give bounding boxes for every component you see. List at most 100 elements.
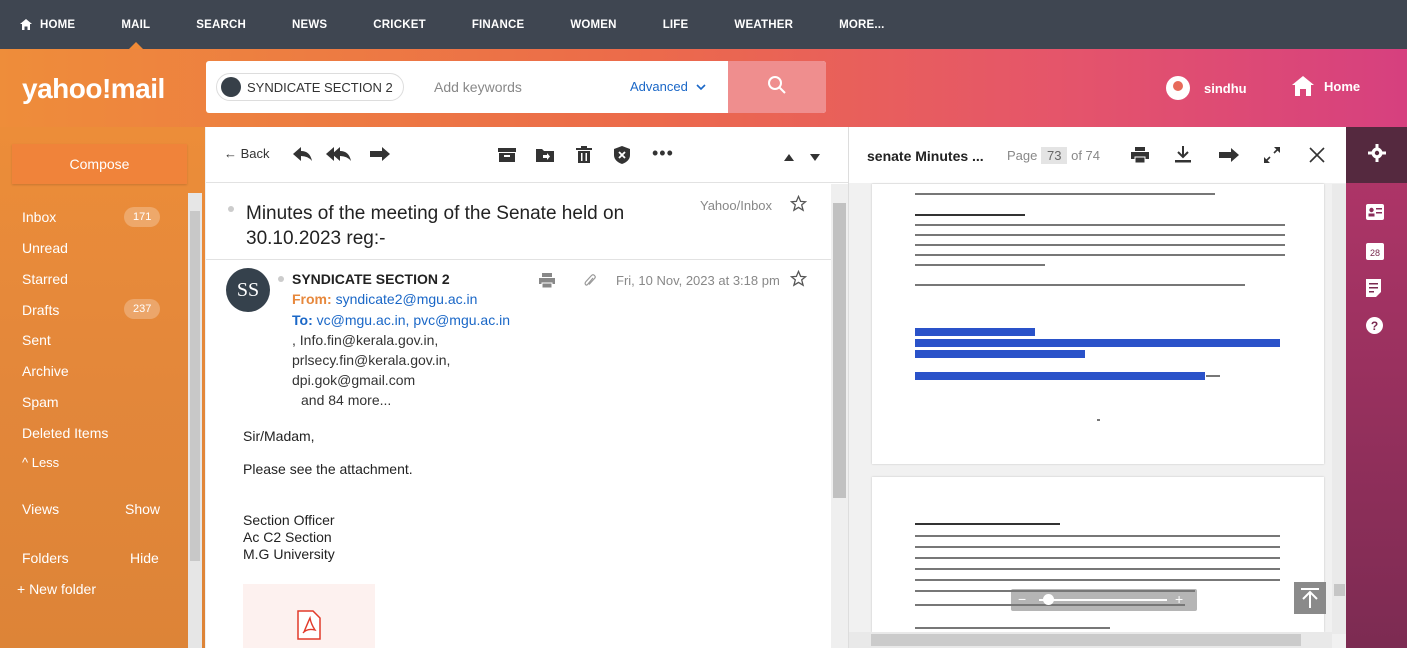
expand-icon[interactable] xyxy=(1263,146,1281,169)
nav-life[interactable]: LIFE xyxy=(663,0,689,49)
sidebar-item-drafts[interactable]: Drafts xyxy=(22,302,59,318)
message-subject: Minutes of the meeting of the Senate hel… xyxy=(246,203,625,249)
sidebar-item-inbox[interactable]: Inbox xyxy=(22,209,56,225)
archive-icon[interactable] xyxy=(498,148,516,165)
to-recipients-4[interactable]: dpi.gok@gmail.com xyxy=(292,372,415,388)
avatar xyxy=(1166,76,1190,100)
reply-icon[interactable] xyxy=(293,147,313,164)
preview-scrollbar[interactable] xyxy=(1332,184,1347,634)
attachment-icon[interactable] xyxy=(584,274,596,293)
compose-button[interactable]: Compose xyxy=(12,144,187,184)
user-name: sindhu xyxy=(1204,80,1247,96)
from-email[interactable]: syndicate2@mgu.ac.in xyxy=(336,291,478,307)
search-sender-chip[interactable]: SYNDICATE SECTION 2 xyxy=(216,73,404,101)
delete-icon[interactable] xyxy=(576,146,592,166)
preview-scroll-thumb[interactable] xyxy=(1334,584,1345,596)
print-icon[interactable] xyxy=(1131,147,1149,168)
user-profile[interactable]: sindhu xyxy=(1166,76,1247,100)
nav-search[interactable]: SEARCH xyxy=(196,0,246,49)
nav-finance[interactable]: FINANCE xyxy=(472,0,525,49)
nav-mail[interactable]: MAIL xyxy=(121,0,150,49)
nav-news[interactable]: NEWS xyxy=(292,0,327,49)
more-options-icon[interactable]: ••• xyxy=(652,143,674,164)
search-button[interactable] xyxy=(728,61,826,113)
print-icon[interactable] xyxy=(539,273,555,293)
nav-home[interactable]: HOME xyxy=(20,0,75,49)
next-message-icon[interactable] xyxy=(810,149,820,164)
home-button[interactable]: Home xyxy=(1292,76,1360,96)
pdf-page-73 xyxy=(872,184,1324,464)
nav-weather[interactable]: WEATHER xyxy=(734,0,793,49)
sender-name[interactable]: SYNDICATE SECTION 2 xyxy=(292,271,450,287)
settings-button[interactable] xyxy=(1346,127,1407,183)
home-icon xyxy=(1292,76,1314,96)
spam-shield-icon[interactable] xyxy=(614,146,630,167)
nav-women[interactable]: WOMEN xyxy=(570,0,616,49)
zoom-slider-handle[interactable] xyxy=(1043,594,1054,605)
sidebar-item-deleted[interactable]: Deleted Items xyxy=(22,425,108,441)
reply-all-icon[interactable] xyxy=(326,147,352,164)
preview-horizontal-thumb[interactable] xyxy=(871,634,1301,646)
contacts-icon[interactable] xyxy=(1366,204,1384,225)
previous-message-icon[interactable] xyxy=(784,149,794,164)
nav-more-label: MORE... xyxy=(839,18,885,31)
message-scroll-thumb[interactable] xyxy=(833,203,846,498)
arrow-up-icon xyxy=(1301,588,1319,613)
zoom-out-icon[interactable]: − xyxy=(1018,591,1026,607)
to-recipients-3[interactable]: prlsecy.fin@kerala.gov.in, xyxy=(292,352,450,368)
sidebar-less-toggle[interactable]: ^ Less xyxy=(22,455,59,470)
message-pane: ← Back ••• Minutes of the meeting of the… xyxy=(206,127,848,648)
sidebar-item-archive[interactable]: Archive xyxy=(22,363,69,379)
advanced-search-button[interactable]: Advanced xyxy=(630,79,707,94)
yahoo-mail-logo[interactable]: yahoo!mail xyxy=(22,73,165,105)
preview-toolbar: senate Minutes ... Page 73 of 74 xyxy=(849,127,1347,183)
forward-icon[interactable] xyxy=(370,147,390,164)
arrow-left-icon: ← xyxy=(224,146,237,161)
more-recipients-link[interactable]: and 84 more... xyxy=(301,392,391,408)
body-text: Please see the attachment. xyxy=(243,461,413,477)
sidebar-item-unread[interactable]: Unread xyxy=(22,240,68,256)
zoom-slider-track[interactable] xyxy=(1039,599,1167,601)
nav-more[interactable]: MORE... xyxy=(839,0,885,49)
page-label: Page xyxy=(1007,148,1038,163)
star-icon[interactable] xyxy=(789,194,808,217)
text-line xyxy=(915,244,1285,246)
signature-line-3: M.G University xyxy=(243,546,335,562)
page-number-input[interactable]: 73 xyxy=(1041,147,1068,164)
folder-source-label[interactable]: Yahoo/Inbox xyxy=(700,198,772,213)
search-input[interactable]: Add keywords xyxy=(434,79,522,95)
back-button[interactable]: ← Back xyxy=(224,146,270,161)
zoom-control[interactable]: − + xyxy=(1011,589,1197,611)
to-recipients-1[interactable]: vc@mgu.ac.in, pvc@mgu.ac.in xyxy=(317,312,510,328)
text-line xyxy=(915,535,1280,537)
move-folder-icon[interactable] xyxy=(536,147,554,165)
page-total: of 74 xyxy=(1071,148,1101,163)
sidebar-item-sent[interactable]: Sent xyxy=(22,332,51,348)
sidebar-scroll-thumb[interactable] xyxy=(190,211,200,561)
text-line xyxy=(915,214,1025,216)
sidebar-item-spam[interactable]: Spam xyxy=(22,394,59,410)
help-icon[interactable]: ? xyxy=(1366,317,1383,339)
calendar-icon[interactable]: 28 xyxy=(1366,243,1384,265)
close-icon[interactable] xyxy=(1309,147,1325,168)
message-toolbar: ← Back ••• xyxy=(206,127,848,183)
right-rail: 28 ? xyxy=(1346,127,1407,648)
zoom-in-icon[interactable]: + xyxy=(1175,591,1183,607)
views-show-button[interactable]: Show xyxy=(125,501,160,517)
sidebar-item-starred[interactable]: Starred xyxy=(22,271,68,287)
drafts-count-badge: 237 xyxy=(124,299,161,319)
pdf-attachment-card[interactable] xyxy=(243,584,375,648)
scroll-to-top-button[interactable] xyxy=(1294,582,1326,614)
folders-hide-button[interactable]: Hide xyxy=(130,550,159,566)
top-navigation: HOME MAIL SEARCH NEWS CRICKET FINANCE WO… xyxy=(0,0,1407,49)
text-line xyxy=(915,627,1110,629)
to-recipients-2[interactable]: , Info.fin@kerala.gov.in, xyxy=(292,332,438,348)
new-folder-button[interactable]: + New folder xyxy=(17,581,96,597)
forward-icon[interactable] xyxy=(1219,148,1239,167)
attachment-preview-pane: senate Minutes ... Page 73 of 74 − + xyxy=(848,127,1347,648)
nav-cricket[interactable]: CRICKET xyxy=(373,0,426,49)
download-icon[interactable] xyxy=(1175,146,1191,168)
notepad-icon[interactable] xyxy=(1366,279,1381,302)
star-icon[interactable] xyxy=(789,269,808,292)
sender-avatar: SS xyxy=(226,268,270,312)
